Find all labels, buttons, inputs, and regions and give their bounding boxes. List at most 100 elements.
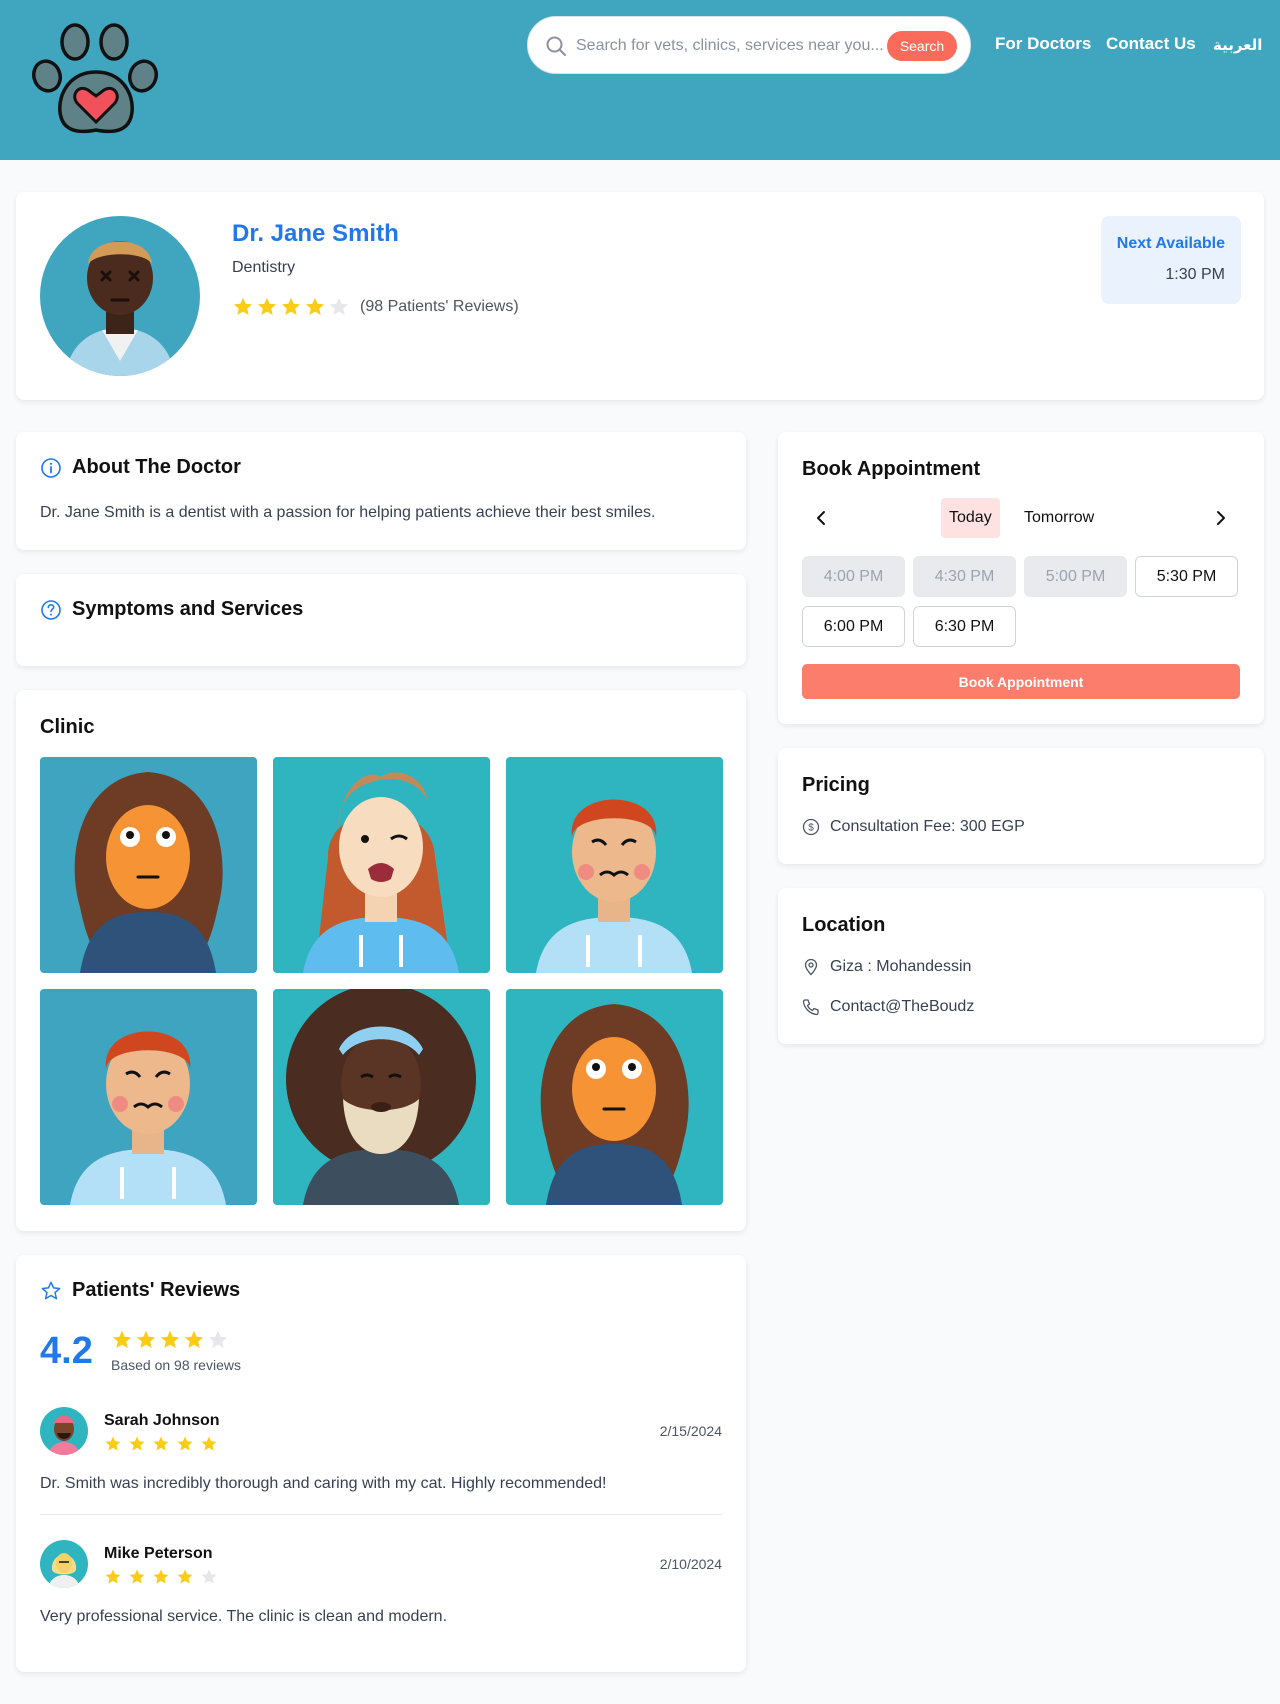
star-filled-icon [112, 1330, 132, 1348]
star-outline-icon [41, 1281, 61, 1299]
paw-heart-logo[interactable] [30, 22, 162, 140]
book-appointment-card: Book Appointment Today Tomorrow 4:00 PM 4… [778, 432, 1264, 724]
average-rating: 4.2 [40, 1330, 93, 1372]
star-empty-icon [208, 1330, 228, 1348]
next-available-label: Next Available [1116, 235, 1225, 252]
star-filled-icon [281, 297, 301, 315]
next-available-time: 1:30 PM [1165, 266, 1225, 283]
about-doctor-title-text: About The Doctor [72, 456, 241, 478]
doctor-rating: (98 Patients' Reviews) [232, 296, 519, 318]
review-item: Sarah Johnson 2/15/2024 Dr. Smith was in… [40, 1407, 722, 1497]
day-tab-tomorrow[interactable]: Tomorrow [1016, 498, 1102, 538]
day-selector: Today Tomorrow [802, 498, 1240, 538]
clinic-photo[interactable] [273, 989, 490, 1205]
chevron-right-icon[interactable] [1200, 498, 1240, 538]
reviewer-avatar [40, 1407, 88, 1455]
clinic-card: Clinic [16, 690, 746, 1231]
clinic-photo[interactable] [506, 989, 723, 1205]
review-date: 2/15/2024 [659, 1423, 722, 1439]
star-filled-icon [184, 1330, 204, 1348]
star-filled-icon [129, 1436, 145, 1451]
star-filled-icon [136, 1330, 156, 1348]
map-pin-icon [804, 958, 818, 976]
clinic-title: Clinic [40, 716, 95, 738]
nav-contact-us[interactable]: Contact Us [1106, 34, 1196, 54]
review-date: 2/10/2024 [659, 1556, 722, 1572]
star-filled-icon [305, 297, 325, 315]
search-button[interactable]: Search [887, 31, 957, 61]
svg-text:$: $ [808, 823, 814, 834]
star-filled-icon [129, 1569, 145, 1584]
reviewer-name: Sarah Johnson [104, 1412, 220, 1429]
review-text: Dr. Smith was incredibly thorough and ca… [40, 1475, 607, 1492]
star-empty-icon [201, 1569, 217, 1584]
about-doctor-title: About The Doctor [40, 456, 241, 479]
time-slot-6-30-pm[interactable]: 6:30 PM [913, 606, 1016, 647]
location-card: Location Giza : Mohandessin Contact@TheB… [778, 888, 1264, 1044]
average-star-rating [111, 1329, 231, 1351]
nav-language-arabic[interactable]: العربية [1213, 36, 1262, 54]
star-filled-icon [233, 297, 253, 315]
star-filled-icon [177, 1569, 193, 1584]
time-slot-5-30-pm[interactable]: 5:30 PM [1135, 556, 1238, 597]
chevron-left-icon[interactable] [802, 498, 842, 538]
location-title: Location [802, 914, 886, 936]
time-slots: 4:00 PM 4:30 PM 5:00 PM 5:30 PM 6:00 PM 6:30 … [802, 556, 1238, 647]
book-appointment-title: Book Appointment [802, 458, 981, 480]
reviewer-name: Mike Peterson [104, 1545, 213, 1562]
doctor-avatar [40, 216, 200, 376]
doctor-name: Dr. Jane Smith [232, 220, 399, 247]
time-slot-4-30-pm: 4:30 PM [913, 556, 1016, 597]
pricing-card: Pricing $ Consultation Fee: 300 EGP [778, 748, 1264, 864]
review-star-rating [104, 1435, 224, 1453]
clinic-photo[interactable] [273, 757, 490, 973]
clinic-photo[interactable] [40, 989, 257, 1205]
dollar-circle-icon: $ [802, 818, 820, 836]
star-filled-icon [153, 1436, 169, 1451]
reviews-title-text: Patients' Reviews [72, 1279, 241, 1301]
pricing-title: Pricing [802, 774, 870, 796]
clinic-gallery [40, 757, 723, 1205]
doctor-reviews-count[interactable]: (98 Patients' Reviews) [360, 298, 519, 316]
star-filled-icon [105, 1436, 121, 1451]
location-address-text: Giza : Mohandessin [830, 958, 972, 975]
nav-for-doctors[interactable]: For Doctors [995, 34, 1091, 54]
time-slot-6-00-pm[interactable]: 6:00 PM [802, 606, 905, 647]
question-circle-icon [41, 599, 61, 620]
consultation-fee-text: Consultation Fee: 300 EGP [830, 818, 1025, 835]
review-text: Very professional service. The clinic is… [40, 1608, 448, 1625]
star-empty-icon [329, 297, 349, 315]
symptoms-title-text: Symptoms and Services [72, 598, 304, 620]
search-icon [546, 36, 566, 56]
reviewer-avatar [40, 1540, 88, 1588]
star-filled-icon [105, 1569, 121, 1584]
review-star-rating [104, 1568, 224, 1586]
about-doctor-card: About The Doctor Dr. Jane Smith is a den… [16, 432, 746, 550]
star-filled-icon [160, 1330, 180, 1348]
patients-reviews-card: Patients' Reviews 4.2 Based on 98 review… [16, 1255, 746, 1672]
location-address: Giza : Mohandessin [802, 958, 971, 976]
star-filled-icon [153, 1569, 169, 1584]
doctor-star-rating [232, 296, 352, 318]
location-contact-text[interactable]: Contact@TheBoudz [830, 998, 974, 1016]
clinic-photo[interactable] [506, 757, 723, 973]
day-tab-today[interactable]: Today [941, 498, 1000, 538]
about-doctor-text: Dr. Jane Smith is a dentist with a passi… [40, 504, 656, 521]
consultation-fee: $ Consultation Fee: 300 EGP [802, 818, 1025, 836]
review-item: Mike Peterson 2/10/2024 Very professiona… [40, 1540, 722, 1630]
reviews-title: Patients' Reviews [40, 1279, 240, 1302]
top-header: Search For Doctors Contact Us العربية [0, 0, 1280, 160]
star-filled-icon [201, 1436, 217, 1451]
reviews-count: Based on 98 reviews [111, 1357, 241, 1373]
info-icon [41, 457, 61, 478]
symptoms-title: Symptoms and Services [40, 598, 303, 621]
phone-icon [802, 999, 819, 1016]
doctor-specialty: Dentistry [232, 259, 296, 276]
search-input[interactable] [576, 31, 906, 61]
clinic-photo[interactable] [40, 757, 257, 973]
symptoms-services-card: Symptoms and Services [16, 574, 746, 666]
star-filled-icon [257, 297, 277, 315]
search-bar: Search [527, 16, 971, 74]
next-available-box: Next Available 1:30 PM [1101, 216, 1241, 304]
book-appointment-button[interactable]: Book Appointment [802, 664, 1240, 699]
